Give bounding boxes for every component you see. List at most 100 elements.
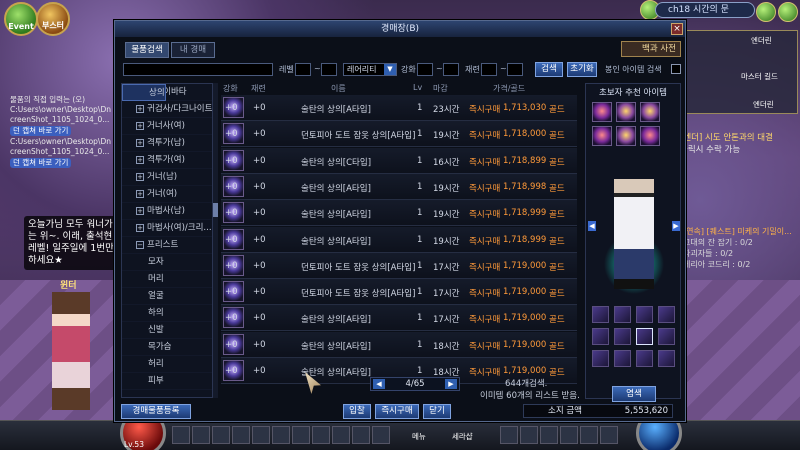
rarity-select[interactable]: 레어리티 ▼ — [343, 63, 397, 76]
tree-item[interactable]: 허리 — [122, 356, 212, 373]
equip-slot[interactable] — [592, 350, 609, 367]
register-item-button[interactable]: 경매물품등록 — [121, 404, 191, 419]
equip-slot[interactable] — [658, 306, 675, 323]
character-preview[interactable] — [614, 179, 654, 289]
tree-item[interactable]: 피부 — [122, 373, 212, 390]
tree-item[interactable]: + 거너(남) — [122, 169, 212, 186]
scroll-thumb[interactable] — [213, 203, 218, 217]
skill-slot[interactable] — [560, 426, 578, 444]
equip-slot[interactable] — [614, 328, 631, 345]
expand-icon[interactable]: + — [136, 105, 144, 113]
item-name-input[interactable] — [123, 63, 273, 76]
sealed-item-checkbox[interactable] — [671, 64, 681, 74]
event-button[interactable]: Event — [4, 2, 38, 36]
enhance-max-input[interactable] — [443, 63, 459, 76]
equip-slot-selected[interactable] — [636, 328, 653, 345]
grade-min-input[interactable] — [481, 63, 497, 76]
table-row[interactable]: +0 +0 던토피아 도트 잠옷 상의[A타입] 1 17시간 즉시구매 1,719,000… — [221, 279, 577, 306]
tree-item[interactable]: + 거너(여) — [122, 186, 212, 203]
next-page-icon[interactable]: ▶ — [445, 379, 457, 389]
skill-slot[interactable] — [272, 426, 290, 444]
table-row[interactable]: +0 +0 술탄의 상의[A타입] 1 19시간 즉시구매 1,718,998 골드 — [221, 173, 577, 200]
skill-slot[interactable] — [332, 426, 350, 444]
chevron-down-icon[interactable]: ▼ — [384, 64, 396, 75]
tab-my-auction[interactable]: 내 경매 — [171, 42, 215, 58]
skill-slot[interactable] — [540, 426, 558, 444]
rotate-right-icon[interactable]: ▶ — [672, 221, 680, 231]
tree-item[interactable]: + 마법사(남) — [122, 203, 212, 220]
search-button[interactable]: 검색 — [535, 62, 563, 77]
col-grade[interactable]: 재련 — [251, 83, 266, 94]
tree-item[interactable]: − 프리스트 — [122, 237, 212, 254]
tree-item[interactable]: 얼굴 — [122, 288, 212, 305]
skill-slot[interactable] — [252, 426, 270, 444]
close-button[interactable]: 닫기 — [423, 404, 451, 419]
col-price[interactable]: 가격/골드 — [493, 83, 525, 94]
table-row[interactable]: +0 +0 술탄의 상의[A타입] 1 17시간 즉시구매 1,719,000 골드 — [221, 305, 577, 332]
collapse-icon[interactable]: − — [136, 241, 144, 249]
skill-slot[interactable] — [212, 426, 230, 444]
menu-globe-icon[interactable] — [756, 2, 776, 22]
item-icon[interactable] — [616, 102, 636, 122]
tree-scrollbar[interactable] — [213, 83, 218, 398]
skill-slot[interactable] — [172, 426, 190, 444]
grade-max-input[interactable] — [507, 63, 523, 76]
window-titlebar[interactable]: 경매장(B) × — [115, 21, 685, 37]
prev-page-icon[interactable]: ◀ — [373, 379, 385, 389]
minimap[interactable]: 엔더린 마스터 길드 엔더린 — [680, 30, 798, 114]
quest-tracker-2[interactable]: [연속] [퀘스트] 미케의 기밀이... 고대의 잔 잡기 : 0/2 파괴자… — [683, 226, 798, 270]
expand-icon[interactable]: + — [136, 139, 144, 147]
equip-slot[interactable] — [614, 306, 631, 323]
settings-globe-icon[interactable] — [778, 2, 798, 22]
level-max-input[interactable] — [321, 63, 337, 76]
encyclopedia-button[interactable]: 백과 사전 — [621, 41, 681, 57]
tree-item[interactable]: + 마법사(여)/크리... — [122, 220, 212, 237]
tree-item[interactable]: 상의 — [122, 84, 166, 101]
equip-slot[interactable] — [658, 328, 675, 345]
tree-item[interactable]: 신발 — [122, 322, 212, 339]
equip-slot[interactable] — [658, 350, 675, 367]
skill-slot[interactable] — [192, 426, 210, 444]
equip-slot[interactable] — [636, 306, 653, 323]
dye-button[interactable]: 염색 — [612, 386, 656, 402]
equip-slot[interactable] — [592, 328, 609, 345]
expand-icon[interactable]: + — [136, 173, 144, 181]
tree-item[interactable]: + 거너사(여) — [122, 118, 212, 135]
level-min-input[interactable] — [295, 63, 311, 76]
item-icon[interactable] — [616, 126, 636, 146]
screenshot-link[interactable]: 던 캡쳐 바로 가기 — [10, 158, 72, 168]
npc-character[interactable] — [52, 292, 90, 410]
rotate-left-icon[interactable]: ◀ — [588, 221, 596, 231]
table-row[interactable]: +0 +0 술탄의 상의[C타입] 1 16시간 즉시구매 1,718,899 골드 — [221, 147, 577, 174]
equip-slot[interactable] — [614, 350, 631, 367]
item-icon[interactable] — [640, 126, 660, 146]
reset-button[interactable]: 초기화 — [567, 62, 597, 77]
tree-item[interactable]: 하의 — [122, 305, 212, 322]
skill-slot[interactable] — [292, 426, 310, 444]
tab-item-search[interactable]: 물품검색 — [125, 42, 169, 58]
bid-button[interactable]: 입찰 — [343, 404, 371, 419]
table-row[interactable]: +0 +0 술탄의 상의[A타입] 1 18시간 즉시구매 1,719,000 골드 — [221, 331, 577, 358]
col-name[interactable]: 이름 — [331, 83, 346, 94]
skill-slot[interactable] — [232, 426, 250, 444]
expand-icon[interactable]: + — [136, 190, 144, 198]
tree-item[interactable]: 모자 — [122, 254, 212, 271]
table-row[interactable]: +0 +0 던토피아 도트 잠옷 상의[A타입] 1 17시간 즉시구매 1,719,000… — [221, 252, 577, 279]
tree-item[interactable]: + 격투가(남) — [122, 135, 212, 152]
expand-icon[interactable]: + — [136, 156, 144, 164]
col-level[interactable]: Lv — [413, 83, 422, 92]
expand-icon[interactable]: + — [136, 224, 144, 232]
table-row[interactable]: +0 +0 술탄의 상의[A타입] 1 19시간 즉시구매 1,718,999 골드 — [221, 226, 577, 253]
menu-label[interactable]: 메뉴 — [412, 431, 426, 442]
tree-item[interactable]: + 귀검사/다크나이트 — [122, 101, 212, 118]
skill-slot[interactable] — [372, 426, 390, 444]
item-icon[interactable] — [592, 102, 612, 122]
quest-tracker[interactable]: [엔더] 시도 안톤과의 대결 클릭시 수락 가능 — [680, 132, 798, 156]
col-time[interactable]: 마감 — [433, 83, 448, 94]
skill-slot[interactable] — [312, 426, 330, 444]
skill-slot[interactable] — [520, 426, 538, 444]
expand-icon[interactable]: + — [136, 207, 144, 215]
skill-slot[interactable] — [352, 426, 370, 444]
col-enhance[interactable]: 강화 — [223, 83, 238, 94]
close-icon[interactable]: × — [671, 23, 683, 35]
